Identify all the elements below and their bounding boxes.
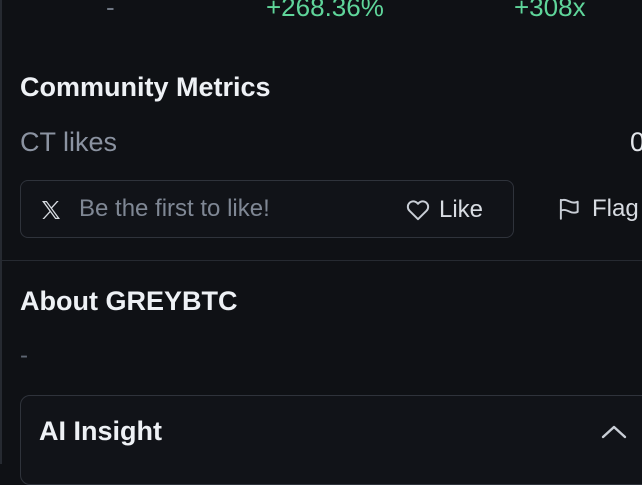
stat-percent-change: +268.36% xyxy=(266,0,384,22)
section-divider xyxy=(0,260,642,261)
community-metrics-title: Community Metrics xyxy=(20,72,271,102)
stat-dash: - xyxy=(106,0,115,22)
ai-insight-title: AI Insight xyxy=(39,416,162,446)
like-box: Be the first to like! Like xyxy=(20,180,514,238)
ct-likes-count: 0 xyxy=(630,127,642,157)
chevron-up-icon[interactable] xyxy=(599,420,629,444)
flag-button-label: Flag xyxy=(592,195,639,222)
about-title: About GREYBTC xyxy=(20,286,238,316)
x-logo-icon xyxy=(42,201,60,219)
stats-row: - +268.36% +308x xyxy=(0,0,642,24)
stat-multiplier: +308x xyxy=(514,0,586,22)
like-button-label: Like xyxy=(439,196,484,223)
like-button[interactable]: Like xyxy=(399,193,489,227)
like-prompt: Be the first to like! xyxy=(79,195,270,222)
heart-icon xyxy=(406,200,430,221)
ct-likes-label: CT likes xyxy=(20,127,118,157)
flag-button[interactable]: Flag xyxy=(556,192,639,226)
about-description: - xyxy=(20,342,28,369)
flag-icon xyxy=(559,198,579,220)
ai-insight-card[interactable]: AI Insight xyxy=(20,395,642,485)
panel-left-border xyxy=(0,0,2,464)
